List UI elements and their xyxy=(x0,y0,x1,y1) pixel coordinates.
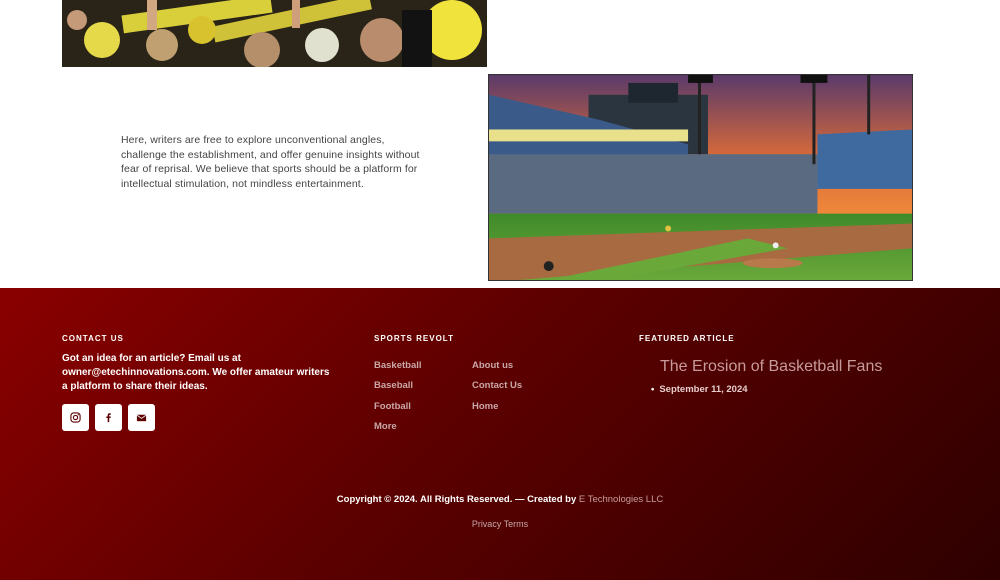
privacy-link[interactable]: Privacy xyxy=(472,519,502,529)
email-button[interactable] xyxy=(128,404,155,431)
facebook-icon xyxy=(106,413,111,423)
site-footer: CONTACT US Got an idea for an article? E… xyxy=(0,288,1000,580)
link-contact-us[interactable]: Contact Us xyxy=(472,380,522,391)
stadium-photo xyxy=(488,74,913,281)
featured-article-date: September 11, 2024 xyxy=(651,384,747,395)
envelope-icon xyxy=(136,414,147,422)
link-more[interactable]: More xyxy=(374,421,397,432)
contact-title: CONTACT US xyxy=(62,334,124,343)
link-about-us[interactable]: About us xyxy=(472,360,513,371)
copyright: Copyright © 2024. All Rights Reserved. —… xyxy=(0,494,1000,505)
contact-text: Got an idea for an article? Email us at … xyxy=(62,353,330,392)
link-basketball[interactable]: Basketball xyxy=(374,360,422,371)
link-home[interactable]: Home xyxy=(472,401,498,412)
sports-revolt-title: SPORTS REVOLT xyxy=(374,334,454,343)
fans-photo xyxy=(62,0,487,67)
facebook-button[interactable] xyxy=(95,404,122,431)
social-links xyxy=(62,404,155,431)
link-football[interactable]: Football xyxy=(374,401,411,412)
terms-link[interactable]: Terms xyxy=(504,519,529,529)
intro-paragraph: Here, writers are free to explore unconv… xyxy=(121,134,420,190)
link-baseball[interactable]: Baseball xyxy=(374,380,413,391)
featured-article-link[interactable]: The Erosion of Basketball Fans xyxy=(660,358,882,376)
instagram-icon xyxy=(70,412,81,423)
page: Here, writers are free to explore unconv… xyxy=(0,0,1000,580)
company-link[interactable]: E Technologies LLC xyxy=(579,494,663,505)
featured-article-title: FEATURED ARTICLE xyxy=(639,334,735,343)
copyright-text: Copyright © 2024. All Rights Reserved. —… xyxy=(336,494,579,505)
legal-links: Privacy Terms xyxy=(0,519,1000,529)
instagram-button[interactable] xyxy=(62,404,89,431)
